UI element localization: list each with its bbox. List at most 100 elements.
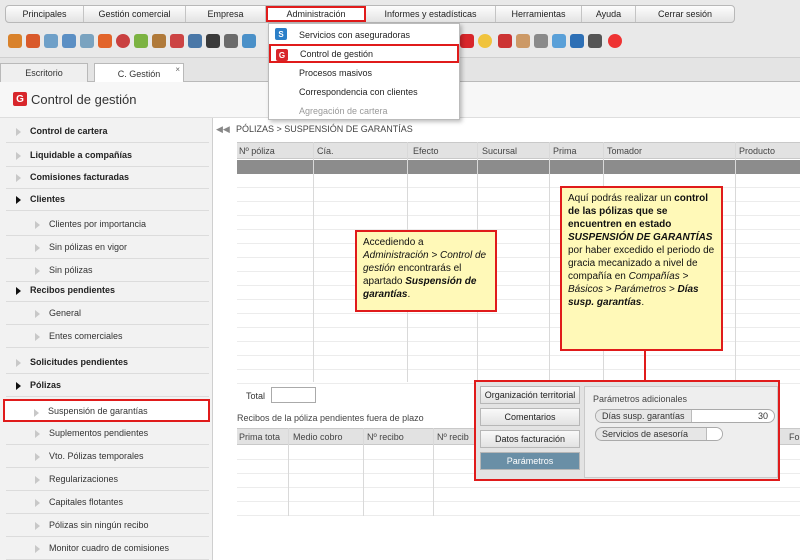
target-icon[interactable] <box>116 34 130 48</box>
menu-item-servicios-aseguradoras[interactable]: S Servicios con aseguradoras <box>270 25 458 44</box>
user-icon[interactable] <box>26 34 40 48</box>
sidebar-item-vto-polizas[interactable]: Vto. Pólizas temporales <box>6 445 209 468</box>
card-icon[interactable] <box>62 34 76 48</box>
button-org-territorial[interactable]: Organización territorial <box>480 386 580 404</box>
car-icon[interactable] <box>188 34 202 48</box>
sidebar-item-clientes-importancia[interactable]: Clientes por importancia <box>6 213 209 236</box>
menu-item-label: Agregación de cartera <box>299 105 388 116</box>
bulb-icon[interactable] <box>478 34 492 48</box>
field-label: Días susp. garantías <box>596 410 692 422</box>
col-fo[interactable]: Fo <box>789 432 800 442</box>
menu-item-control-gestion[interactable]: G Control de gestión <box>269 44 459 63</box>
sidebar-item-monitor-comisiones[interactable]: Monitor cuadro de comisiones <box>6 537 209 560</box>
col-producto[interactable]: Producto <box>739 146 775 156</box>
params-panel: Organización territorial Comentarios Dat… <box>474 380 780 481</box>
sidebar-item-general[interactable]: General <box>6 302 209 325</box>
servicios-asesoria-field[interactable]: Servicios de asesoría <box>595 427 723 441</box>
button-parametros[interactable]: Parámetros <box>480 452 580 470</box>
sidebar-item-label: Recibos pendientes <box>30 285 116 295</box>
phone-icon[interactable] <box>570 34 584 48</box>
menu-informes[interactable]: Informes y estadísticas <box>366 6 496 22</box>
table-row[interactable] <box>237 488 800 502</box>
calendar-icon[interactable] <box>498 34 512 48</box>
col-prima[interactable]: Prima <box>553 146 577 156</box>
g-logo-icon: G <box>13 92 27 106</box>
col-efecto[interactable]: Efecto <box>413 146 439 156</box>
menu-item-procesos-masivos[interactable]: Procesos masivos <box>270 63 458 82</box>
close-icon[interactable]: × <box>175 65 180 74</box>
sidebar-item-comisiones[interactable]: Comisiones facturadas <box>6 166 209 189</box>
sidebar-item-suspension-garantias[interactable]: Suspensión de garantías <box>3 399 210 422</box>
table-row[interactable] <box>237 502 800 516</box>
col-prima-total[interactable]: Prima tota <box>239 432 280 442</box>
bag-icon[interactable] <box>170 34 184 48</box>
briefcase-icon[interactable] <box>152 34 166 48</box>
col-num-recibo[interactable]: Nº recibo <box>367 432 404 442</box>
tip-callout-suspension: Aquí podrás realizar un control de las p… <box>560 186 723 351</box>
box-icon[interactable] <box>8 34 22 48</box>
g-logo-icon[interactable] <box>460 34 474 48</box>
table-row[interactable] <box>237 160 800 174</box>
sidebar-item-label: Sin pólizas en vigor <box>49 242 128 252</box>
printer-icon[interactable] <box>534 34 548 48</box>
sidebar: Control de cartera Liquidable a compañía… <box>0 118 213 560</box>
window-icon[interactable] <box>552 34 566 48</box>
list-icon[interactable] <box>80 34 94 48</box>
menu-herramientas[interactable]: Herramientas <box>496 6 582 22</box>
col-num-recibo-2[interactable]: Nº recib <box>437 432 469 442</box>
note-icon[interactable] <box>516 34 530 48</box>
sidebar-item-label: Entes comerciales <box>49 331 123 341</box>
col-sucursal[interactable]: Sucursal <box>482 146 517 156</box>
tools-icon[interactable] <box>588 34 602 48</box>
chevron-right-icon <box>16 359 21 367</box>
col-medio-cobro[interactable]: Medio cobro <box>293 432 343 442</box>
menu-administracion[interactable]: Administración <box>266 6 366 22</box>
menu-gestion-comercial[interactable]: Gestión comercial <box>84 6 186 22</box>
camera-icon[interactable] <box>224 34 238 48</box>
menu-ayuda[interactable]: Ayuda <box>582 6 636 22</box>
menu-empresa[interactable]: Empresa <box>186 6 266 22</box>
column-divider <box>433 428 434 516</box>
dropdown-toggle[interactable] <box>706 428 722 440</box>
pencil-icon[interactable] <box>134 34 148 48</box>
sidebar-item-recibos-pendientes[interactable]: Recibos pendientes <box>6 279 209 302</box>
sidebar-item-solicitudes[interactable]: Solicitudes pendientes <box>6 351 209 374</box>
sidebar-item-polizas[interactable]: Pólizas <box>6 374 209 397</box>
chevron-right-icon <box>35 453 40 461</box>
document-icon[interactable] <box>242 34 256 48</box>
users-icon[interactable] <box>44 34 58 48</box>
tab-escritorio[interactable]: Escritorio <box>0 63 88 82</box>
hammer-icon[interactable] <box>206 34 220 48</box>
menu-item-agregacion-cartera: Agregación de cartera <box>270 101 458 120</box>
menu-item-correspondencia[interactable]: Correspondencia con clientes <box>270 82 458 101</box>
menu-principales[interactable]: Principales <box>6 6 84 22</box>
sidebar-item-polizas-sin-recibo[interactable]: Pólizas sin ningún recibo <box>6 514 209 537</box>
sidebar-item-entes-comerciales[interactable]: Entes comerciales <box>6 325 209 348</box>
chevron-right-icon <box>35 244 40 252</box>
column-divider <box>313 142 314 382</box>
col-cia[interactable]: Cía. <box>317 146 334 156</box>
sidebar-item-capitales[interactable]: Capitales flotantes <box>6 491 209 514</box>
col-tomador[interactable]: Tomador <box>607 146 642 156</box>
help-icon[interactable] <box>608 34 622 48</box>
dias-susp-field[interactable]: Días susp. garantías 30 <box>595 409 775 423</box>
tab-c-gestion[interactable]: C. Gestión × <box>94 63 184 83</box>
sidebar-item-sin-polizas-vigor[interactable]: Sin pólizas en vigor <box>6 236 209 259</box>
menu-cerrar-sesion[interactable]: Cerrar sesión <box>636 6 734 22</box>
chevron-right-icon <box>35 430 40 438</box>
col-num-poliza[interactable]: Nº póliza <box>239 146 275 156</box>
total-field[interactable] <box>271 387 316 403</box>
sidebar-item-control-cartera[interactable]: Control de cartera <box>6 120 209 143</box>
button-datos-facturacion[interactable]: Datos facturación <box>480 430 580 448</box>
table-row[interactable] <box>237 356 800 370</box>
sidebar-item-liquidable[interactable]: Liquidable a compañías <box>6 144 209 167</box>
button-comentarios[interactable]: Comentarios <box>480 408 580 426</box>
fire-icon[interactable] <box>98 34 112 48</box>
callout-text-bold-italic: SUSPENSIÓN DE GARANTÍAS <box>568 232 713 243</box>
sidebar-item-suplementos[interactable]: Suplementos pendientes <box>6 422 209 445</box>
sidebar-item-label: Clientes <box>30 194 66 204</box>
chevron-right-icon <box>35 333 40 341</box>
sidebar-item-clientes[interactable]: Clientes <box>6 188 209 211</box>
sidebar-item-regularizaciones[interactable]: Regularizaciones <box>6 468 209 491</box>
collapse-icon[interactable]: ◀◀ <box>216 124 230 135</box>
